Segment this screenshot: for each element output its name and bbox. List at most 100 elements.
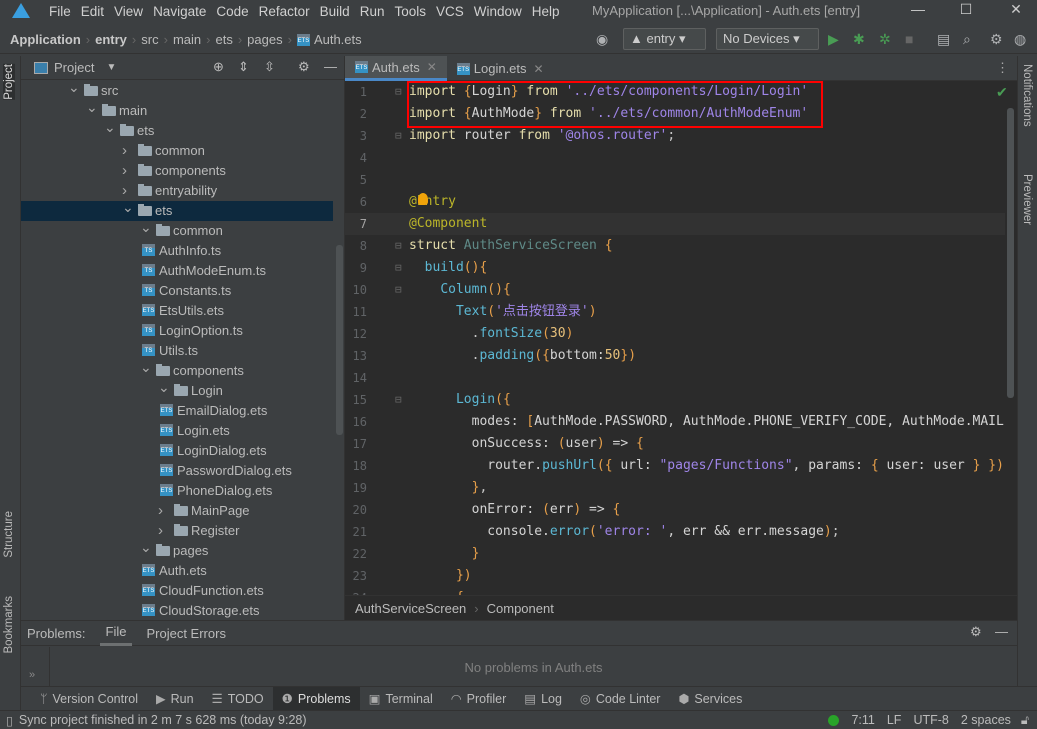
- crumb-component[interactable]: Component: [487, 601, 554, 616]
- line-separator[interactable]: LF: [887, 713, 902, 727]
- fold-icon[interactable]: ⊟: [395, 257, 402, 279]
- tool-code-linter[interactable]: ◎ Code Linter: [571, 687, 670, 711]
- fold-icon[interactable]: ⊟: [395, 81, 402, 103]
- tool-problems[interactable]: ❶ Problems: [272, 686, 360, 711]
- chevron-down-icon[interactable]: ⌄: [86, 97, 98, 117]
- no-errors-check-icon[interactable]: ✔: [996, 84, 1008, 101]
- breadcrumb-item[interactable]: Auth.ets: [314, 32, 362, 47]
- device-dropdown[interactable]: No Devices ▾: [716, 28, 819, 50]
- tree-file[interactable]: ETS Auth.ets: [21, 561, 333, 581]
- tab-auth-ets[interactable]: ETS Auth.ets ✕: [345, 56, 447, 81]
- tree-file[interactable]: TS LoginOption.ts: [21, 321, 333, 341]
- tree-folder[interactable]: ⌄ pages: [21, 539, 333, 561]
- tree-folder[interactable]: ⌄ common: [21, 219, 333, 241]
- tree-folder[interactable]: ⌄ ets: [21, 119, 333, 141]
- chevron-right-icon[interactable]: ›: [122, 161, 132, 181]
- tool-services[interactable]: ⬢ Services: [669, 687, 751, 711]
- intention-bulb-icon[interactable]: [418, 193, 428, 205]
- menu-navigate[interactable]: Navigate: [148, 4, 211, 19]
- locate-file-icon[interactable]: ⊕: [213, 59, 224, 75]
- menu-edit[interactable]: Edit: [76, 4, 109, 19]
- chevron-right-icon[interactable]: ›: [158, 501, 168, 521]
- tree-folder[interactable]: ⌄ src: [21, 79, 333, 101]
- menu-tools[interactable]: Tools: [389, 4, 431, 19]
- menu-code[interactable]: Code: [211, 4, 253, 19]
- file-encoding[interactable]: UTF-8: [913, 713, 948, 727]
- chevron-down-icon[interactable]: ⌄: [104, 117, 116, 137]
- breadcrumb-item[interactable]: Application: [10, 32, 81, 47]
- tab-file[interactable]: File: [99, 621, 133, 646]
- fold-icon[interactable]: ⊟: [395, 279, 402, 301]
- tree-file[interactable]: ETS PasswordDialog.ets: [21, 461, 333, 481]
- menu-view[interactable]: View: [109, 4, 148, 19]
- close-window-button[interactable]: ✕: [1006, 1, 1026, 18]
- tree-folder[interactable]: ⌄ ets: [21, 199, 333, 221]
- tree-file[interactable]: ETS CloudStorage.ets: [21, 601, 333, 621]
- tool-terminal[interactable]: ▣ Terminal: [360, 687, 442, 711]
- tree-file[interactable]: ETS EmailDialog.ets: [21, 401, 333, 421]
- menu-vcs[interactable]: VCS: [431, 4, 469, 19]
- breadcrumb-item[interactable]: ets: [215, 32, 232, 47]
- chevron-right-icon[interactable]: ›: [122, 141, 132, 161]
- expand-all-icon[interactable]: ⇕: [238, 59, 249, 75]
- collapse-all-icon[interactable]: ⇳: [264, 59, 275, 75]
- menu-help[interactable]: Help: [527, 4, 565, 19]
- project-scrollbar[interactable]: [336, 245, 343, 435]
- close-icon[interactable]: ✕: [534, 62, 544, 76]
- close-icon[interactable]: ✕: [427, 60, 437, 74]
- tree-folder[interactable]: › Register: [21, 521, 333, 541]
- expand-icon[interactable]: »: [29, 669, 35, 681]
- tree-folder[interactable]: ⌄ components: [21, 359, 333, 381]
- chevron-down-icon[interactable]: ⌄: [140, 537, 152, 557]
- run-icon[interactable]: ▶: [828, 31, 839, 48]
- tree-file[interactable]: TS Utils.ts: [21, 341, 333, 361]
- tree-file[interactable]: ETS EtsUtils.ets: [21, 301, 333, 321]
- chevron-down-icon[interactable]: ▼: [106, 62, 116, 73]
- chevron-down-icon[interactable]: ⌄: [140, 217, 152, 237]
- tree-folder[interactable]: › components: [21, 161, 333, 181]
- status-message[interactable]: Sync project finished in 2 m 7 s 628 ms …: [19, 713, 307, 727]
- maximize-button[interactable]: ☐: [956, 1, 976, 18]
- lock-icon[interactable]: 🔓︎: [1021, 713, 1029, 728]
- tab-project-errors[interactable]: Project Errors: [146, 626, 225, 641]
- menu-refactor[interactable]: Refactor: [254, 4, 315, 19]
- settings-icon[interactable]: ⚙: [990, 31, 1003, 48]
- more-tabs-icon[interactable]: ⋮: [996, 60, 1009, 76]
- breadcrumb-item[interactable]: src: [141, 32, 158, 47]
- project-tool-tab[interactable]: Project: [3, 64, 15, 100]
- tree-folder[interactable]: ⌄ main: [21, 99, 333, 121]
- tree-file[interactable]: ETS LoginDialog.ets: [21, 441, 333, 461]
- breadcrumb-item[interactable]: main: [173, 32, 201, 47]
- status-toggle-icon[interactable]: ▯: [6, 713, 13, 728]
- target-icon[interactable]: ◉: [596, 31, 608, 48]
- crumb-struct[interactable]: AuthServiceScreen: [355, 601, 466, 616]
- tree-file[interactable]: TS Constants.ts: [21, 281, 333, 301]
- fold-icon[interactable]: ⊟: [395, 389, 402, 411]
- structure-tool-tab[interactable]: Structure: [3, 511, 15, 558]
- fold-icon[interactable]: ⊟: [395, 125, 402, 147]
- tab-login-ets[interactable]: ETS Login.ets ✕: [447, 56, 554, 81]
- chevron-down-icon[interactable]: ⌄: [68, 77, 80, 97]
- chevron-down-icon[interactable]: ⌄: [140, 357, 152, 377]
- tool-profiler[interactable]: ◠ Profiler: [442, 687, 516, 711]
- editor-scrollbar[interactable]: [1007, 108, 1014, 398]
- hide-panel-icon[interactable]: —: [995, 624, 1008, 639]
- settings-icon[interactable]: ⚙: [298, 59, 310, 75]
- tree-file[interactable]: TS AuthInfo.ts: [21, 241, 333, 261]
- chevron-down-icon[interactable]: ⌄: [158, 377, 170, 397]
- code-area[interactable]: 1 ⊟ import {Login} from '../ets/components…: [345, 81, 1017, 595]
- notifications-tool-tab[interactable]: Notifications: [1021, 64, 1033, 127]
- fold-icon[interactable]: ⊟: [395, 235, 402, 257]
- stop-icon[interactable]: ■: [905, 31, 913, 47]
- chevron-right-icon[interactable]: ›: [158, 521, 168, 541]
- account-icon[interactable]: ◍: [1014, 31, 1026, 48]
- tree-folder[interactable]: › MainPage: [21, 501, 333, 521]
- hide-panel-icon[interactable]: —: [324, 59, 337, 74]
- tool-run[interactable]: ▶ Run: [147, 687, 203, 711]
- breadcrumb-item[interactable]: entry: [95, 32, 127, 47]
- tree-file[interactable]: ETS Login.ets: [21, 421, 333, 441]
- tree-file[interactable]: ETS CloudFunction.ets: [21, 581, 333, 601]
- run-config-dropdown[interactable]: ▲ entry ▾: [623, 28, 706, 50]
- menu-build[interactable]: Build: [315, 4, 355, 19]
- project-view-dropdown[interactable]: Project: [54, 60, 94, 75]
